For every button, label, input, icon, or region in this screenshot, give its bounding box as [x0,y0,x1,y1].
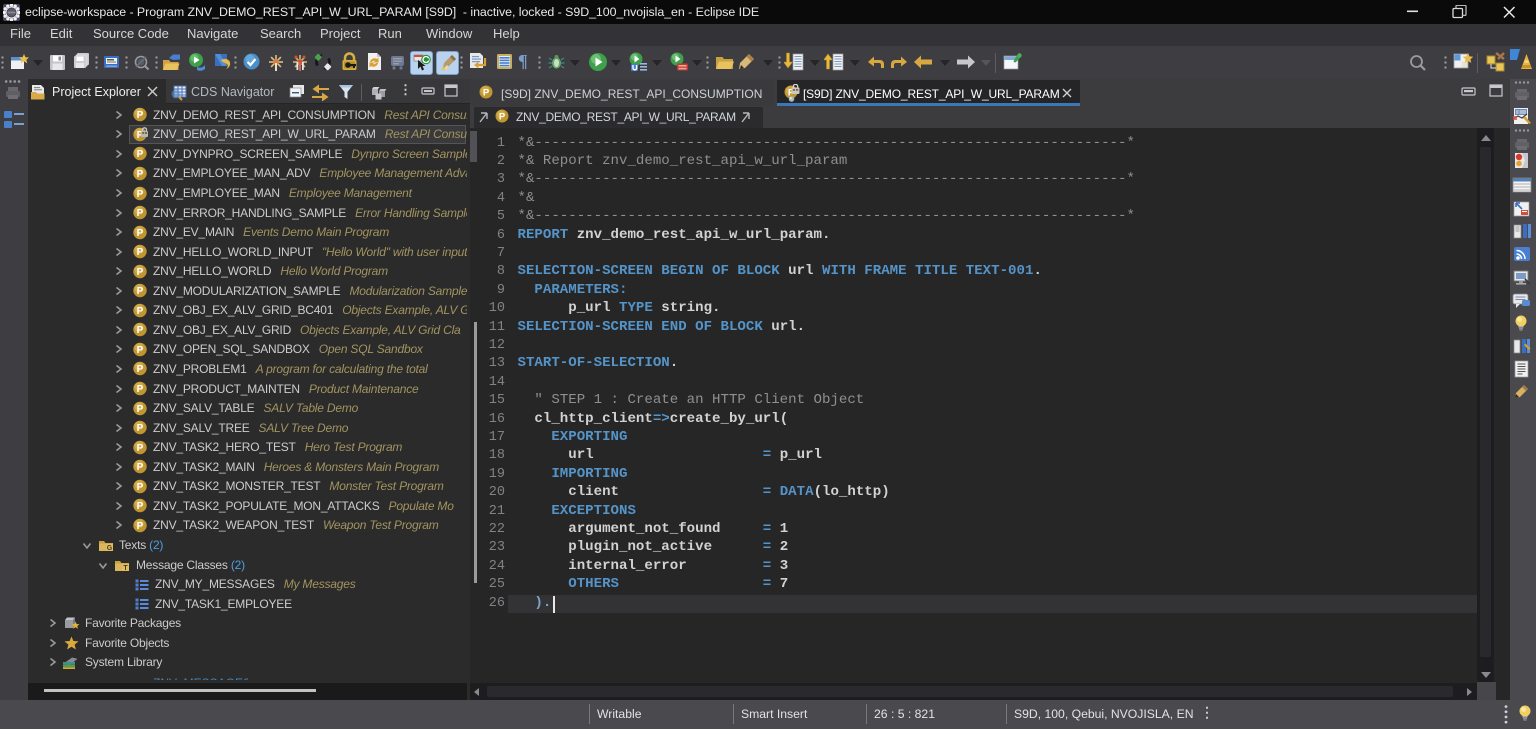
svg-text:P: P [137,247,144,258]
svg-text:P: P [137,325,144,336]
svg-text:P: P [137,482,144,493]
svg-text:P: P [137,228,144,239]
svg-text:P: P [137,306,144,317]
svg-text:P: P [137,286,144,297]
svg-text:P: P [137,267,144,278]
svg-text:P: P [137,169,144,180]
svg-text:P: P [137,110,144,121]
svg-text:P: P [137,501,144,512]
svg-text:P: P [137,521,144,532]
svg-text:G: G [107,545,113,552]
svg-text:P: P [137,208,144,219]
svg-text:P: P [137,443,144,454]
svg-text:P: P [137,149,144,160]
svg-text:P: P [137,423,144,434]
svg-text:P: P [137,404,144,415]
svg-text:T: T [123,564,128,571]
svg-text:P: P [483,88,490,99]
svg-text:P: P [137,364,144,375]
svg-text:P: P [137,462,144,473]
svg-text:P: P [137,384,144,395]
svg-text:P: P [137,189,144,200]
svg-text:P: P [137,345,144,356]
svg-text:P: P [499,112,506,123]
